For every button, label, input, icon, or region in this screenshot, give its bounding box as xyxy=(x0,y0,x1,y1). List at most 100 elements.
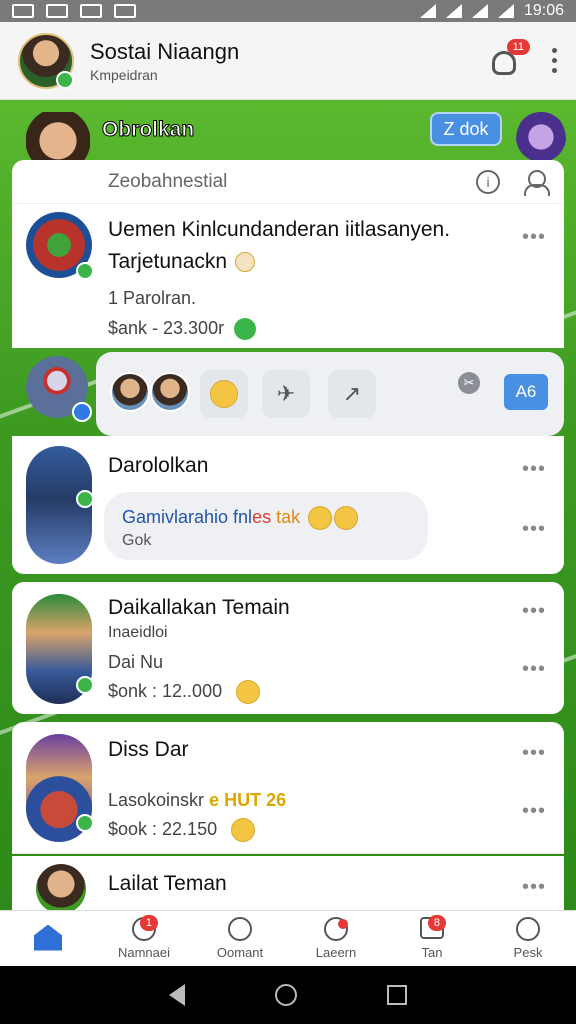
chat-preview: Lasokoinskr e HUT 26 xyxy=(108,790,287,810)
chat-title: Diss Dar xyxy=(108,738,189,761)
notification-badge: 11 xyxy=(506,38,530,55)
profile-avatar[interactable] xyxy=(18,32,74,89)
message-subtext: Gok xyxy=(122,532,152,549)
scissors-icon[interactable]: ✂ xyxy=(458,372,480,394)
profile-icon xyxy=(516,917,540,941)
grin-emoji-icon xyxy=(334,506,359,530)
nav-badge: 8 xyxy=(427,915,446,931)
online-indicator-icon xyxy=(56,70,74,89)
participant-avatar[interactable] xyxy=(150,372,190,412)
laugh-emoji-icon xyxy=(210,380,238,408)
translate-button[interactable]: A6 xyxy=(504,374,548,410)
more-options-icon[interactable]: ••• xyxy=(522,876,546,899)
nav-home[interactable] xyxy=(0,911,96,966)
contact-avatar xyxy=(36,864,86,914)
save-icon xyxy=(114,4,136,18)
compose-button[interactable]: Z dok xyxy=(430,112,502,146)
grin-emoji-icon xyxy=(236,680,261,704)
nav-badge: 1 xyxy=(139,915,158,931)
battery-icon xyxy=(497,4,514,18)
contact-avatar xyxy=(26,734,94,842)
chat-icon xyxy=(228,917,252,941)
search-label: Zeobahnestial xyxy=(108,170,228,192)
participant-avatar[interactable] xyxy=(110,372,150,412)
more-options-icon[interactable]: ••• xyxy=(522,226,546,249)
more-options-icon[interactable]: ••• xyxy=(522,600,546,623)
notification-icon xyxy=(12,4,34,18)
more-options-icon[interactable]: ••• xyxy=(522,800,546,823)
nav-label: Pesk xyxy=(513,945,543,960)
notifications-button[interactable]: 11 xyxy=(486,38,530,79)
back-icon[interactable] xyxy=(169,984,185,1006)
wifi-icon xyxy=(445,4,462,18)
reaction-tray: ✈ ↗ ✂ A6 xyxy=(96,352,564,436)
chat-preview: 1 Parolran. xyxy=(108,288,197,308)
message-text: Gamivlarahio fnles tak xyxy=(122,506,410,530)
more-options-icon[interactable]: ••• xyxy=(522,518,546,541)
more-options-icon[interactable] xyxy=(552,48,558,73)
clock: 19:06 xyxy=(523,2,564,19)
nav-chat[interactable]: Oomant xyxy=(192,911,288,966)
chat-search-bar[interactable]: Zeobahnestial i xyxy=(12,160,564,204)
nav-label: Oomant xyxy=(216,945,264,960)
verified-icon xyxy=(72,402,92,422)
online-indicator-icon xyxy=(76,490,94,508)
online-indicator-icon xyxy=(76,814,94,832)
pin-button[interactable]: ✈ xyxy=(262,370,310,418)
emoji-reaction-button[interactable] xyxy=(200,370,248,418)
chat-title-continued: Tarjetunackn xyxy=(108,250,256,274)
app-icon xyxy=(46,4,68,18)
nav-label: Laeern xyxy=(315,945,357,960)
chat-amount: $ank - 23.300r xyxy=(108,318,257,341)
recents-icon[interactable] xyxy=(387,985,407,1005)
app-title: Sostai Niaangn xyxy=(90,38,240,64)
chat-preview: Inaeidloi xyxy=(108,624,168,641)
chat-list-item[interactable]: Diss Dar Lasokoinskr e HUT 26 $ook : 22.… xyxy=(12,722,564,854)
share-button[interactable]: ↗ xyxy=(328,370,376,418)
contact-avatar xyxy=(26,594,94,704)
chat-amount: $ook : 22.150 xyxy=(108,818,256,842)
nav-profile[interactable]: Pesk xyxy=(480,911,576,966)
more-options-icon[interactable]: ••• xyxy=(522,458,546,481)
more-options-icon[interactable]: ••• xyxy=(522,658,546,681)
online-indicator-icon xyxy=(76,262,94,280)
home-icon xyxy=(34,924,62,951)
nav-inbox[interactable]: 8 Tan xyxy=(384,911,480,966)
signal-icon xyxy=(471,4,488,18)
nav-dot-indicator xyxy=(338,919,348,929)
system-navigation-bar xyxy=(0,966,576,1024)
contact-avatar xyxy=(26,212,94,280)
image-icon xyxy=(80,4,102,18)
grin-emoji-icon xyxy=(231,818,256,842)
chat-list-item[interactable]: Lailat Teman ••• xyxy=(12,856,564,914)
chat-title: Lailat Teman xyxy=(108,872,227,895)
nav-people[interactable]: Laeern xyxy=(288,911,384,966)
chat-preview: Dai Nu xyxy=(108,652,164,672)
nav-search[interactable]: 1 Namnaei xyxy=(96,911,192,966)
group-reaction-row: ✈ ↗ ✂ A6 xyxy=(12,352,564,436)
chat-title: Uemen Kinlcundanderan iitlasanyen. xyxy=(108,218,451,241)
group-avatar[interactable] xyxy=(26,356,92,422)
info-icon[interactable]: i xyxy=(476,169,500,194)
online-indicator-icon xyxy=(76,676,94,694)
chat-amount: $onk : 12..000 xyxy=(108,680,261,704)
app-header: Sostai Niaangn Kmpeidran 11 xyxy=(0,22,576,100)
chat-banner-label: Obrolkan xyxy=(101,118,195,142)
chat-title: Daikallakan Temain xyxy=(108,596,290,619)
chat-list-item[interactable]: Darololkan ••• Gamivlarahio fnles tak Go… xyxy=(12,436,564,574)
message-bubble[interactable]: Gamivlarahio fnles tak Gok xyxy=(104,492,428,560)
more-options-icon[interactable]: ••• xyxy=(522,742,546,765)
status-bar: 19:06 xyxy=(0,0,576,22)
check-icon xyxy=(234,318,257,341)
bottom-navigation: 1 Namnaei Oomant Laeern 8 Tan Pesk xyxy=(0,910,576,966)
grin-emoji-icon xyxy=(308,506,333,530)
chat-list-item[interactable]: Uemen Kinlcundanderan iitlasanyen. Tarje… xyxy=(12,204,564,348)
user-icon[interactable] xyxy=(524,169,550,196)
nav-label: Tan xyxy=(421,945,443,960)
nav-label: Namnaei xyxy=(117,945,171,960)
home-button-icon[interactable] xyxy=(275,984,297,1006)
app-subtitle: Kmpeidran xyxy=(90,66,158,83)
chat-title: Darololkan xyxy=(108,454,209,477)
chat-list-item[interactable]: Daikallakan Temain Inaeidloi Dai Nu $onk… xyxy=(12,582,564,714)
mute-icon xyxy=(419,4,436,18)
